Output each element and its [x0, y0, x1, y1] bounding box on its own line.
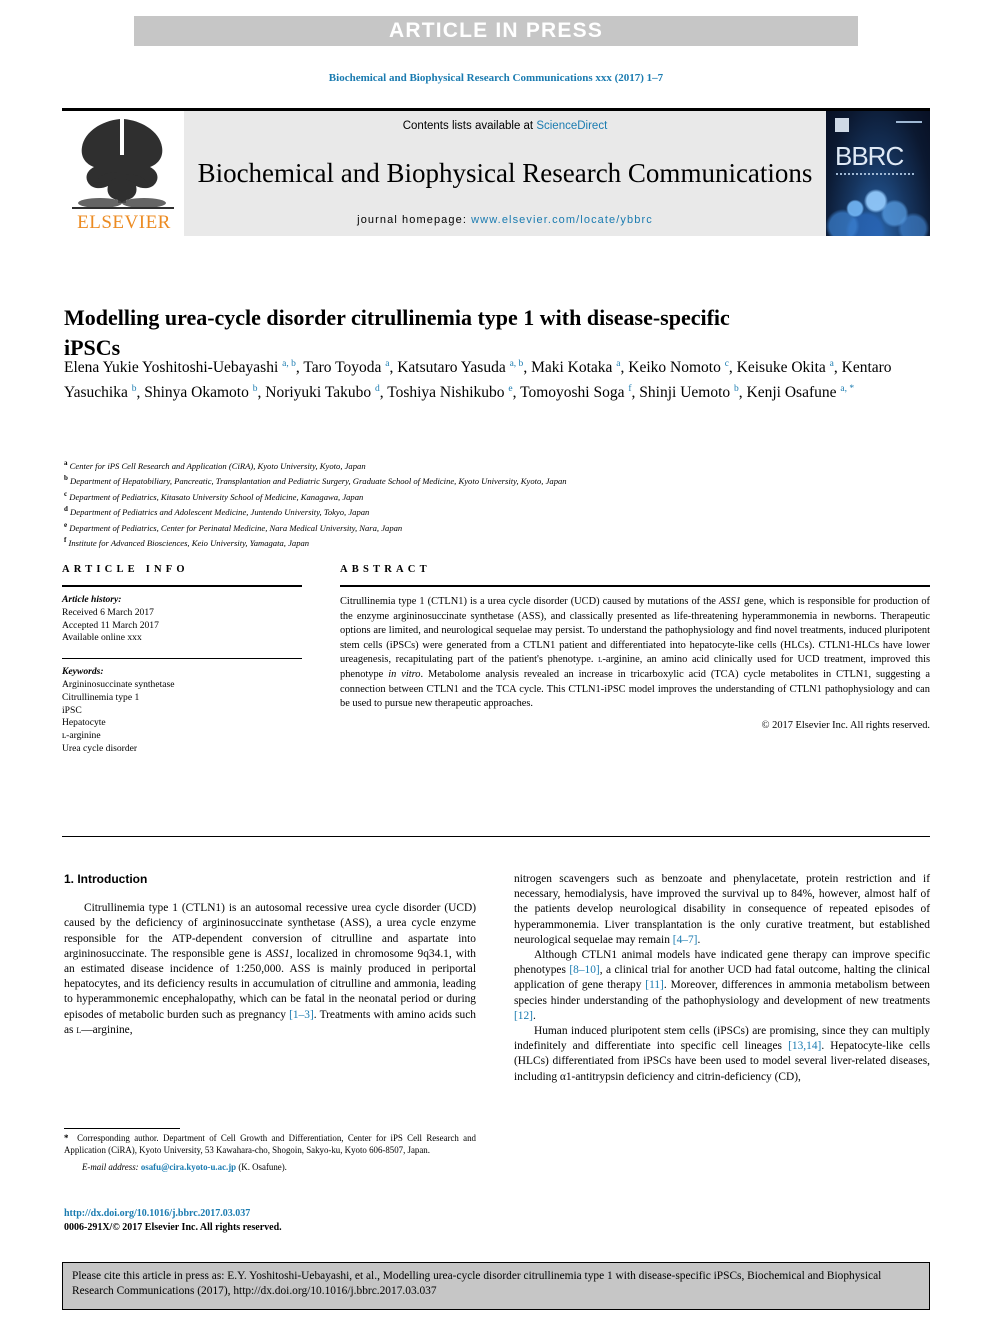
body-paragraph: Although CTLN1 animal models have indica… — [514, 949, 931, 1022]
affiliation-marker: c — [64, 489, 68, 498]
history-received: Received 6 March 2017 — [62, 606, 154, 618]
keyword-item: Citrullinemia type 1 — [62, 691, 140, 703]
elsevier-tree-icon — [72, 119, 174, 209]
article-in-press-label: ARTICLE IN PRESS — [388, 19, 604, 42]
journal-homepage-link[interactable]: www.elsevier.com/locate/ybbrc — [471, 214, 653, 226]
journal-masthead: ELSEVIER Contents lists available at Sci… — [62, 108, 930, 236]
keyword-item: iPSC — [62, 704, 82, 716]
article-info-separator — [62, 658, 302, 660]
abstract-copyright: © 2017 Elsevier Inc. All rights reserved… — [761, 719, 930, 731]
journal-title: Biochemical and Biophysical Research Com… — [197, 157, 813, 188]
section-heading-introduction: 1. Introduction — [64, 872, 148, 886]
intro-left-paragraphs: Citrullinemia type 1 (CTLN1) is an autos… — [64, 901, 476, 1038]
cover-emblem-icon — [835, 118, 849, 132]
corresponding-author-footnote: * Corresponding author. Department of Ce… — [64, 1128, 476, 1172]
affiliation-item: e Department of Pediatrics, Center for P… — [64, 520, 403, 533]
corresponding-author-text: * Corresponding author. Department of Ce… — [64, 1133, 476, 1155]
elsevier-wordmark: ELSEVIER — [77, 212, 171, 233]
email-owner: (K. Osafune). — [238, 1161, 287, 1172]
main-divider — [62, 836, 930, 837]
article-info-rule — [62, 585, 302, 587]
cover-dashed-rule — [836, 173, 914, 175]
keywords-label: Keywords: — [62, 666, 104, 678]
keyword-item: Urea cycle disorder — [62, 742, 138, 754]
keyword-item: Hepatocyte — [62, 717, 106, 729]
email-link[interactable]: osafu@cira.kyoto-u.ac.jp — [141, 1162, 236, 1172]
footnote-divider — [64, 1128, 180, 1129]
affiliation-item: f Institute for Advanced Biosciences, Ke… — [64, 536, 310, 549]
sciencedirect-link[interactable]: ScienceDirect — [536, 120, 607, 132]
elsevier-logo-block: ELSEVIER — [62, 111, 184, 236]
article-info-heading: ARTICLE INFO — [62, 564, 189, 575]
keyword-item: Argininosuccinate synthetase — [62, 678, 175, 690]
affiliation-item: d Department of Pediatrics and Adolescen… — [64, 505, 370, 518]
doi-link[interactable]: http://dx.doi.org/10.1016/j.bbrc.2017.03… — [64, 1208, 250, 1219]
author-list: Elena Yukie Yoshitoshi-Uebayashi a, b, T… — [64, 359, 892, 401]
keywords-block: Keywords: Argininosuccinate synthetase C… — [62, 666, 302, 756]
cover-top-rule — [896, 121, 922, 123]
keyword-item: ʟ-arginine — [62, 730, 101, 742]
issn-copyright-line: 0006-291X/© 2017 Elsevier Inc. All right… — [64, 1222, 282, 1233]
affiliation-item: a Center for iPS Cell Research and Appli… — [64, 459, 366, 471]
cover-wordmark: BBRC — [835, 141, 904, 171]
abstract-body: Citrullinemia type 1 (CTLN1) is a urea c… — [340, 596, 931, 710]
email-line: E-mail address: osafu@cira.kyoto-u.ac.jp… — [64, 1162, 476, 1172]
homepage-prefix: journal homepage: — [357, 214, 472, 226]
affiliation-item: c Department of Pediatrics, Kitasato Uni… — [64, 489, 364, 502]
body-paragraph: nitrogen scavengers such as benzoate and… — [514, 873, 930, 946]
article-in-press-banner: ARTICLE IN PRESS — [134, 16, 858, 46]
affiliation-list: a Center for iPS Cell Research and Appli… — [64, 457, 924, 550]
journal-running-head: Biochemical and Biophysical Research Com… — [328, 72, 664, 84]
affiliation-marker: e — [64, 520, 68, 529]
affiliation-marker: f — [64, 536, 67, 545]
contents-list-line: Contents lists available at ScienceDirec… — [403, 120, 608, 132]
article-history-label: Article history: — [62, 594, 122, 605]
body-column-left: 1. Introduction Citrullinemia type 1 (CT… — [64, 872, 476, 1038]
email-label: E-mail address: — [82, 1161, 139, 1172]
article-info-column: ARTICLE INFO Article history: Received 6… — [62, 564, 302, 756]
abstract-rule — [340, 585, 930, 587]
cite-this-article-box: Please cite this article in press as: E.… — [62, 1262, 930, 1310]
article-history-block: Article history: Received 6 March 2017 A… — [62, 594, 302, 645]
affiliation-marker: a — [64, 459, 68, 467]
affiliation-marker: b — [64, 474, 68, 483]
affiliation-marker: d — [64, 505, 68, 514]
abstract-column: ABSTRACT Citrullinemia type 1 (CTLN1) is… — [340, 564, 930, 731]
history-accepted: Accepted 11 March 2017 — [62, 619, 159, 631]
affiliation-item: b Department of Hepatobiliary, Pancreati… — [64, 474, 567, 487]
journal-center-panel: Contents lists available at ScienceDirec… — [184, 111, 826, 236]
body-paragraph: Citrullinemia type 1 (CTLN1) is an autos… — [64, 902, 476, 1036]
abstract-heading: ABSTRACT — [340, 564, 431, 575]
intro-right-paragraphs: nitrogen scavengers such as benzoate and… — [514, 872, 930, 1085]
journal-homepage-line: journal homepage: www.elsevier.com/locat… — [357, 214, 653, 226]
contents-prefix: Contents lists available at — [402, 120, 537, 132]
body-paragraph: Human induced pluripotent stem cells (iP… — [514, 1025, 930, 1083]
journal-cover-thumbnail: BBRC — [826, 111, 930, 236]
body-column-right: nitrogen scavengers such as benzoate and… — [514, 872, 930, 1085]
history-online: Available online xxx — [62, 632, 142, 644]
